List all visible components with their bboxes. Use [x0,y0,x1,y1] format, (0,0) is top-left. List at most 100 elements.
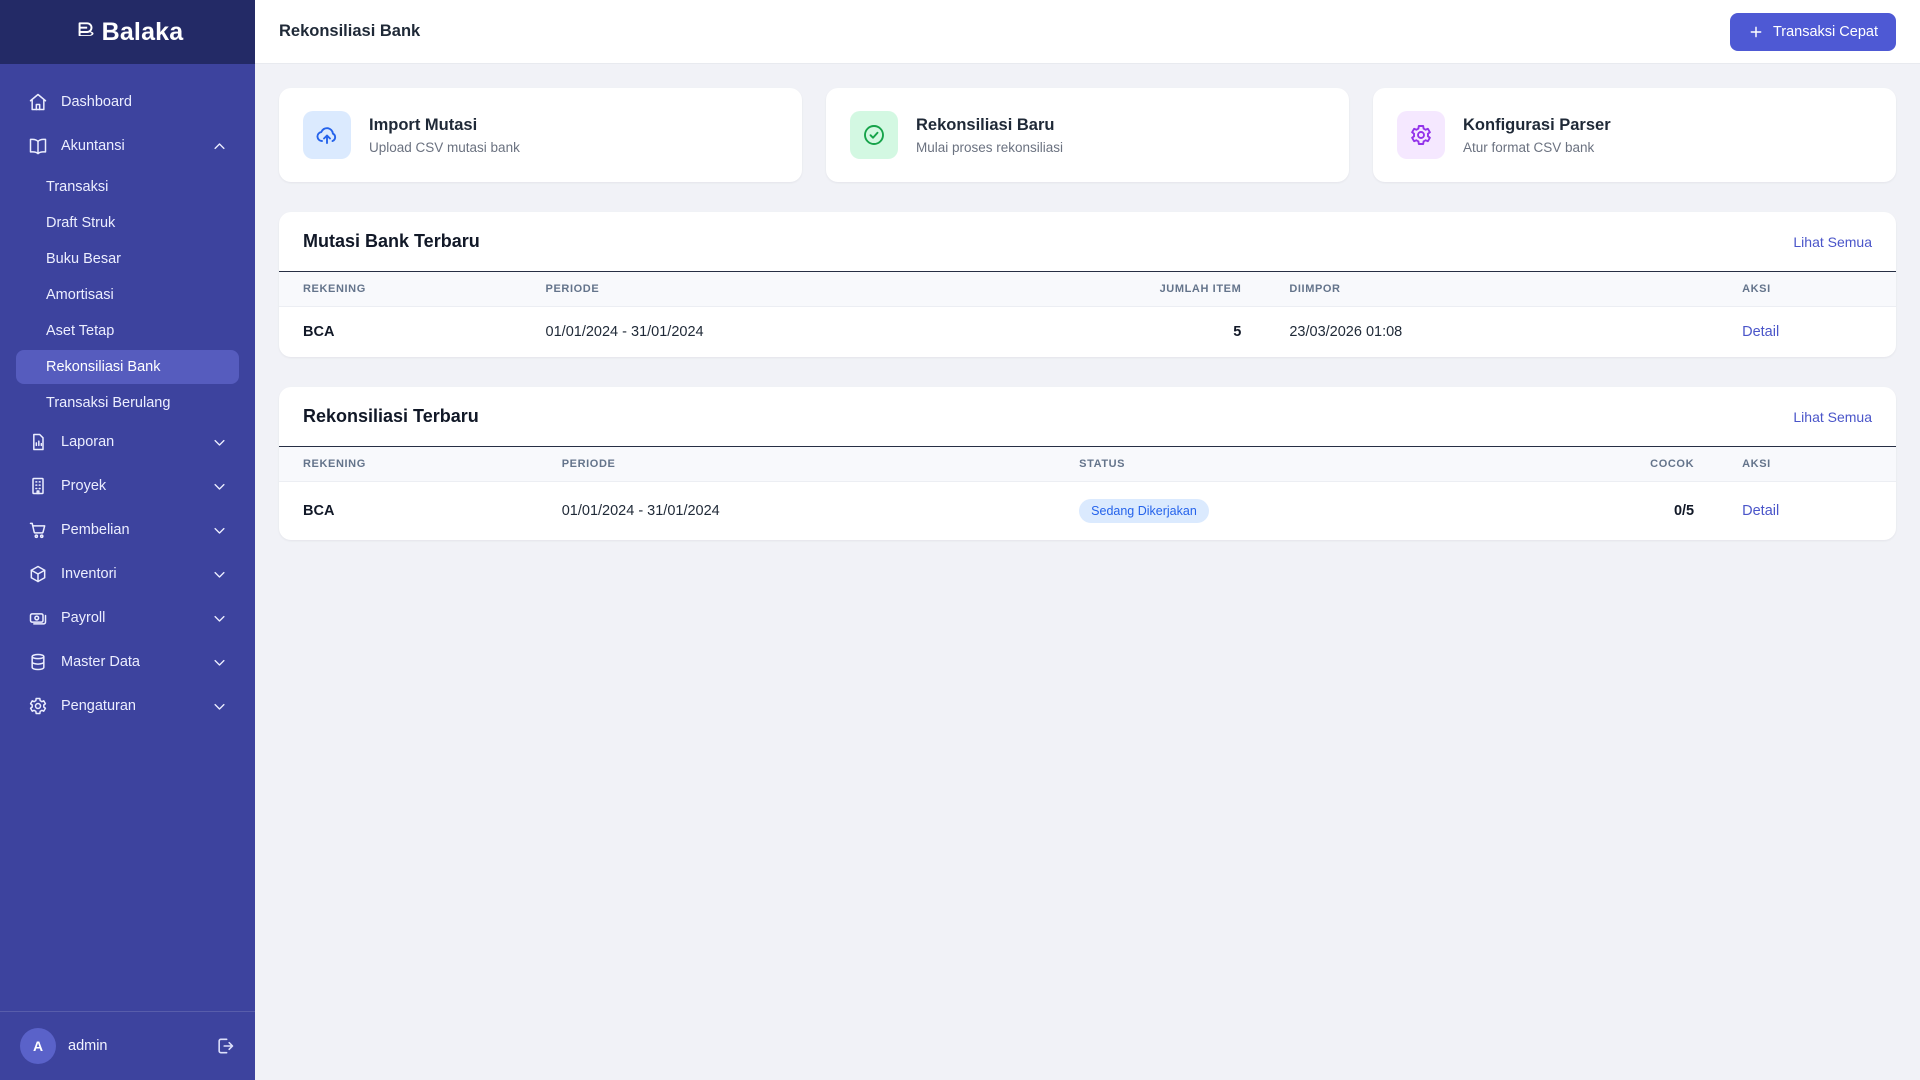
action-cards: Import Mutasi Upload CSV mutasi bank Rek… [279,88,1896,182]
sidebar-item-label: Pembelian [61,522,130,538]
chevron-down-icon [212,523,227,538]
sidebar-item-buku-besar[interactable]: Buku Besar [16,242,239,276]
chevron-down-icon [212,435,227,450]
sidebar-item-label: Master Data [61,654,140,670]
user-bar: A admin [0,1011,255,1080]
card-title: Rekonsiliasi Baru [916,115,1055,134]
cloud-upload-icon [303,111,351,159]
diimpor-cell: 23/03/2026 01:08 [1265,306,1719,357]
home-icon [28,92,48,112]
status-badge: Sedang Dikerjakan [1079,499,1209,523]
chevron-down-icon [212,479,227,494]
content: Import Mutasi Upload CSV mutasi bank Rek… [255,64,1920,1080]
cart-icon [28,520,48,540]
column-header: DIIMPOR [1289,283,1341,295]
card-text: Konfigurasi Parser Atur format CSV bank [1463,116,1611,155]
detail-link[interactable]: Detail [1742,324,1779,340]
cocok-cell: 0/5 [1459,481,1719,540]
sidebar-item-proyek[interactable]: Proyek [16,466,239,506]
sidebar-item-pengaturan[interactable]: Pengaturan [16,686,239,726]
detail-link[interactable]: Detail [1742,503,1779,519]
section-header: Rekonsiliasi Terbaru Lihat Semua [279,387,1896,446]
periode-cell: 01/01/2024 - 31/01/2024 [537,481,1056,540]
transaksi-cepat-button[interactable]: Transaksi Cepat [1729,12,1896,51]
jumlah-item-cell: 5 [958,306,1266,357]
lihat-semua-link[interactable]: Lihat Semua [1793,409,1872,425]
card-text: Rekonsiliasi Baru Mulai proses rekonsili… [916,116,1063,155]
plus-icon [1748,24,1764,40]
rekening-cell: BCA [279,481,538,540]
column-header: AKSI [1742,283,1771,295]
book-open-icon [28,136,48,156]
transaksi-cepat-label: Transaksi Cepat [1772,23,1878,40]
avatar: A [20,1028,56,1064]
sidebar-item-label: Proyek [61,478,107,494]
card-subtitle: Atur format CSV bank [1463,139,1595,155]
rekening-cell: BCA [279,306,522,357]
sidebar-item-label: Payroll [61,610,106,626]
top-bar: Rekonsiliasi Bank Transaksi Cepat [255,0,1920,64]
table-row: BCA 01/01/2024 - 31/01/2024 5 23/03/2026… [279,306,1896,357]
column-header: PERIODE [561,458,616,470]
gear-icon [1397,111,1445,159]
status-cell: Sedang Dikerjakan [1055,481,1460,540]
card-text: Import Mutasi Upload CSV mutasi bank [369,116,520,155]
sidebar-item-rekonsiliasi-bank[interactable]: Rekonsiliasi Bank [16,350,239,384]
sidebar-item-label: Pengaturan [61,698,136,714]
balaka-logo-icon [72,19,98,45]
sidebar-item-laporan[interactable]: Laporan [16,422,239,462]
sidebar-item-label: Akuntansi [61,138,125,154]
main-area: Rekonsiliasi Bank Transaksi Cepat Import… [255,0,1920,1080]
chevron-down-icon [212,611,227,626]
card-title: Import Mutasi [369,115,478,134]
sidebar-item-amortisasi[interactable]: Amortisasi [16,278,239,312]
sidebar-item-label: Laporan [61,434,115,450]
column-header: JUMLAH ITEM [1159,283,1242,295]
column-header: PERIODE [545,283,600,295]
sidebar-item-inventori[interactable]: Inventori [16,554,239,594]
building-icon [28,476,48,496]
chevron-up-icon [212,139,227,154]
card-subtitle: Upload CSV mutasi bank [369,139,520,155]
sidebar-nav: Dashboard Akuntansi Transaksi Draft Stru… [0,64,255,1011]
sidebar-item-label: Inventori [61,566,117,582]
lihat-semua-link[interactable]: Lihat Semua [1793,234,1872,250]
rekonsiliasi-table: REKENING PERIODE STATUS COCOK AKSI BCA 0… [279,446,1896,540]
column-header: AKSI [1742,458,1771,470]
column-header: COCOK [1650,458,1695,470]
sidebar-item-dashboard[interactable]: Dashboard [16,82,239,122]
sidebar-item-transaksi-berulang[interactable]: Transaksi Berulang [16,386,239,420]
username: admin [68,1038,108,1054]
table-header-row: REKENING PERIODE JUMLAH ITEM DIIMPOR AKS… [279,271,1896,307]
chevron-down-icon [212,655,227,670]
banknotes-icon [28,608,48,628]
sidebar-item-transaksi[interactable]: Transaksi [16,170,239,204]
card-title: Konfigurasi Parser [1463,115,1611,134]
rekonsiliasi-baru-card[interactable]: Rekonsiliasi Baru Mulai proses rekonsili… [826,88,1349,182]
import-mutasi-card[interactable]: Import Mutasi Upload CSV mutasi bank [279,88,802,182]
sidebar-item-master-data[interactable]: Master Data [16,642,239,682]
column-header: REKENING [303,283,366,295]
sidebar-item-akuntansi[interactable]: Akuntansi [16,126,239,166]
section-title: Mutasi Bank Terbaru [303,231,480,251]
table-row: BCA 01/01/2024 - 31/01/2024 Sedang Diker… [279,481,1896,540]
mutasi-bank-section: Mutasi Bank Terbaru Lihat Semua REKENING… [279,212,1896,357]
section-title: Rekonsiliasi Terbaru [303,406,479,426]
sidebar-item-draft-struk[interactable]: Draft Struk [16,206,239,240]
table-header-row: REKENING PERIODE STATUS COCOK AKSI [279,446,1896,482]
sidebar-item-aset-tetap[interactable]: Aset Tetap [16,314,239,348]
rekonsiliasi-section: Rekonsiliasi Terbaru Lihat Semua REKENIN… [279,387,1896,540]
card-subtitle: Mulai proses rekonsiliasi [916,139,1064,155]
sidebar-item-payroll[interactable]: Payroll [16,598,239,638]
report-icon [28,432,48,452]
sidebar-item-label: Dashboard [61,94,132,110]
check-circle-icon [850,111,898,159]
logout-icon[interactable] [215,1036,235,1056]
sidebar-item-pembelian[interactable]: Pembelian [16,510,239,550]
column-header: REKENING [303,458,366,470]
konfigurasi-parser-card[interactable]: Konfigurasi Parser Atur format CSV bank [1373,88,1896,182]
chevron-down-icon [212,699,227,714]
cube-icon [28,564,48,584]
mutasi-bank-table: REKENING PERIODE JUMLAH ITEM DIIMPOR AKS… [279,271,1896,357]
logo: Balaka [0,0,255,64]
